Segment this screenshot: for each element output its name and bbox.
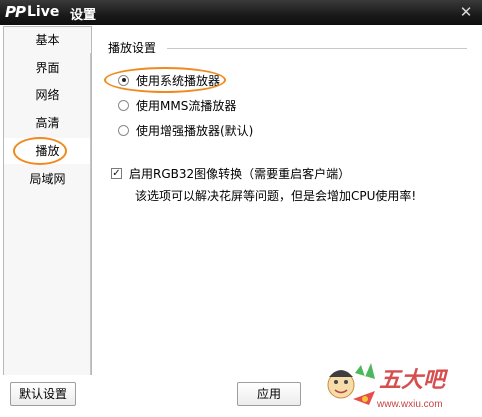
radio-label: 使用MMS流播放器 [136, 98, 237, 113]
settings-sidebar: 基本 界面 网络 高清 播放 局域网 [3, 26, 92, 376]
radio-button[interactable] [118, 99, 129, 111]
radio-mms-player[interactable]: 使用MMS流播放器 [118, 97, 236, 113]
apply-button[interactable]: 应用 [237, 382, 301, 406]
sidebar-item-network[interactable]: 网络 [4, 82, 91, 108]
sidebar-item-basic[interactable]: 基本 [4, 27, 91, 53]
close-icon[interactable]: ✕ [456, 2, 476, 22]
checkbox-rgb32[interactable]: ✓ 启用RGB32图像转换（需要重启客户端） [111, 165, 350, 181]
sidebar-item-hd[interactable]: 高清 [4, 110, 91, 136]
sidebar-item-interface[interactable]: 界面 [4, 55, 91, 81]
pplive-logo: PP Live [5, 3, 59, 21]
settings-dialog: PP Live 设置 ✕ 基本 界面 网络 高清 播放 局域网 播放设置 使用系… [0, 0, 482, 417]
radio-enhanced-player[interactable]: 使用增强播放器(默认) [118, 122, 253, 138]
sidebar-item-lan[interactable]: 局域网 [4, 166, 91, 192]
radio-button[interactable] [118, 124, 129, 136]
window-title: 设置 [70, 8, 97, 23]
radio-button-checked[interactable] [118, 74, 129, 86]
checkbox-checked[interactable]: ✓ [111, 167, 122, 179]
rgb32-note: 该选项可以解决花屏等问题，但是会增加CPU使用率! [135, 189, 417, 203]
radio-label: 使用增强播放器(默认) [136, 123, 254, 138]
radio-system-player[interactable]: 使用系统播放器 [118, 72, 220, 88]
section-title: 播放设置 [108, 41, 157, 55]
dialog-footer: 默认设置 应用 [0, 375, 482, 417]
section-divider [167, 48, 467, 49]
logo-live-text: Live [27, 4, 60, 20]
checkbox-label: 启用RGB32图像转换（需要重启客户端） [129, 166, 351, 181]
title-bar: PP Live 设置 ✕ [0, 0, 482, 25]
radio-label: 使用系统播放器 [136, 73, 221, 88]
logo-pp-text: PP [5, 3, 26, 21]
default-settings-button[interactable]: 默认设置 [10, 382, 76, 406]
playback-settings-panel: 播放设置 使用系统播放器 使用MMS流播放器 使用增强播放器(默认) ✓ 启用R… [91, 26, 479, 374]
sidebar-item-playback[interactable]: 播放 [4, 138, 91, 164]
